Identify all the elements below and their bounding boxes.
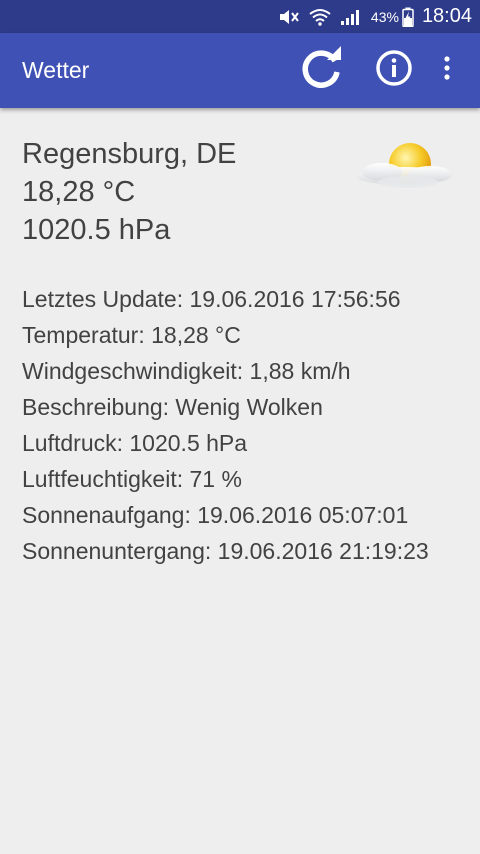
status-bar: 43% 18:04 xyxy=(0,0,480,33)
partly-cloudy-sun-icon xyxy=(352,138,456,202)
humidity: Luftfeuchtigkeit: 71 % xyxy=(22,466,242,492)
refresh-button[interactable] xyxy=(296,42,348,98)
battery-percent: 43% xyxy=(370,8,399,25)
app-bar: Wetter xyxy=(0,33,480,108)
overflow-menu-icon xyxy=(442,55,452,85)
last-update: Letztes Update: 19.06.2016 17:56:56 xyxy=(22,286,401,312)
app-title: Wetter xyxy=(22,57,90,83)
status-time: 18:04 xyxy=(421,5,472,27)
refresh-icon xyxy=(299,45,345,95)
weather-details: Letztes Update: 19.06.2016 17:56:56 Temp… xyxy=(22,283,462,571)
description: Beschreibung: Wenig Wolken xyxy=(22,394,323,420)
status-icons: 43% 18:04 xyxy=(269,0,472,33)
pressure-detail: Luftdruck: 1020.5 hPa xyxy=(22,430,248,456)
overflow-menu-button[interactable] xyxy=(432,46,462,94)
wifi-icon xyxy=(309,8,331,26)
mute-icon xyxy=(277,8,301,26)
signal-icon xyxy=(339,8,361,26)
info-button[interactable] xyxy=(372,46,416,94)
current-pressure: 1020.5 hPa xyxy=(22,214,171,246)
temperature-detail: Temperatur: 18,28 °C xyxy=(22,322,241,348)
sunrise: Sonnenaufgang: 19.06.2016 05:07:01 xyxy=(22,502,409,528)
battery-charging-icon xyxy=(402,7,414,27)
sunset: Sonnenuntergang: 19.06.2016 21:19:23 xyxy=(22,538,429,564)
info-icon xyxy=(375,49,413,91)
wind-speed: Windgeschwindigkeit: 1,88 km/h xyxy=(22,358,351,384)
